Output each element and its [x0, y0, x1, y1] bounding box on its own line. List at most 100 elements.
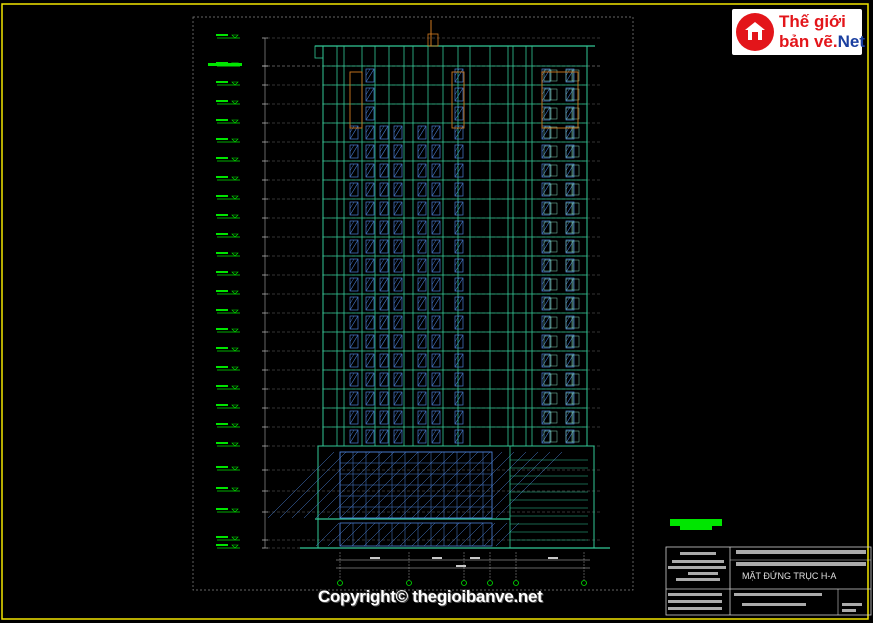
- grid-axis-bubble: [406, 580, 412, 586]
- glass-hatch: [379, 201, 389, 216]
- glass-hatch: [349, 353, 359, 368]
- brand-logo[interactable]: Thế giới bản vẽ.Net: [732, 9, 865, 55]
- glass-hatch: [365, 201, 371, 209]
- glass-hatch: [417, 429, 427, 444]
- glass-hatch: [417, 201, 423, 209]
- glass-hatch: [349, 125, 355, 133]
- glass-hatch: [393, 125, 399, 133]
- level-mark-text: [216, 233, 228, 235]
- glass-hatch: [541, 296, 551, 311]
- ground-hatch: [483, 522, 508, 547]
- level-mark-text: [216, 544, 228, 546]
- glass-hatch: [431, 277, 437, 285]
- glass-hatch: [365, 353, 371, 361]
- glass-hatch: [365, 277, 375, 292]
- glass-hatch: [379, 182, 385, 190]
- glass-hatch: [417, 125, 427, 140]
- glass-hatch: [393, 334, 403, 349]
- glass-hatch: [365, 220, 375, 235]
- glass-hatch: [541, 372, 551, 387]
- dim-value: [470, 557, 480, 559]
- glass-hatch: [393, 163, 399, 171]
- level-mark-triangle: [231, 214, 239, 219]
- glass-hatch: [379, 277, 385, 285]
- level-mark-text: [216, 328, 228, 330]
- level-mark-text: [216, 176, 228, 178]
- glass-hatch: [431, 258, 437, 266]
- level-mark-text: [216, 290, 228, 292]
- curtain-hatch: [267, 451, 335, 519]
- ground-hatch: [411, 522, 436, 547]
- glass-hatch: [365, 391, 371, 399]
- level-mark-triangle: [231, 252, 239, 257]
- glass-hatch: [541, 391, 551, 406]
- level-mark-text: [216, 508, 228, 510]
- glass-hatch: [379, 220, 385, 228]
- glass-hatch: [365, 68, 371, 76]
- glass-hatch: [431, 201, 437, 209]
- glass-hatch: [431, 391, 441, 406]
- glass-hatch: [417, 429, 423, 437]
- glass-hatch: [379, 410, 385, 418]
- glass-hatch: [417, 239, 423, 247]
- dim-value: [548, 557, 558, 559]
- glass-hatch: [431, 296, 437, 304]
- glass-hatch: [349, 391, 355, 399]
- glass-hatch: [541, 163, 551, 178]
- glass-hatch: [417, 391, 427, 406]
- glass-hatch: [454, 334, 464, 349]
- glass-hatch: [365, 334, 375, 349]
- level-mark-triangle: [231, 271, 239, 276]
- glass-hatch: [365, 163, 371, 171]
- level-mark-triangle: [231, 442, 239, 447]
- glass-hatch: [454, 220, 464, 235]
- glass-hatch: [365, 258, 371, 266]
- glass-hatch: [431, 220, 437, 228]
- level-mark-text: [216, 423, 228, 425]
- glass-hatch: [541, 239, 551, 254]
- glass-hatch: [417, 315, 427, 330]
- level-mark-text: [216, 138, 228, 140]
- grid-axis-bubble: [461, 580, 467, 586]
- ground-hatch: [351, 522, 376, 547]
- drawing-title: MẶT ĐỨNG TRỤC H-A: [742, 571, 837, 581]
- glass-hatch: [431, 334, 437, 342]
- glass-hatch: [393, 182, 399, 190]
- glass-hatch: [454, 296, 464, 311]
- level-mark-triangle: [231, 536, 239, 541]
- glass-hatch: [393, 201, 399, 209]
- glass-hatch: [365, 372, 375, 387]
- glass-hatch: [417, 201, 427, 216]
- glass-hatch: [541, 353, 551, 368]
- glass-hatch: [417, 353, 427, 368]
- glass-hatch: [379, 239, 385, 247]
- level-mark-triangle: [231, 34, 239, 39]
- level-mark-text: [216, 100, 228, 102]
- glass-hatch: [349, 334, 359, 349]
- building-elevation: [267, 20, 610, 549]
- glass-hatch: [431, 258, 441, 273]
- glass-hatch: [393, 429, 399, 437]
- glass-hatch: [393, 239, 399, 247]
- glass-hatch: [431, 144, 437, 152]
- glass-hatch: [454, 429, 464, 444]
- glass-hatch: [417, 258, 423, 266]
- glass-hatch: [349, 163, 355, 171]
- glass-hatch: [365, 277, 371, 285]
- glass-hatch: [417, 258, 427, 273]
- glass-hatch: [349, 239, 359, 254]
- level-mark-triangle: [231, 466, 239, 471]
- level-mark-text: [216, 404, 228, 406]
- glass-hatch: [365, 258, 375, 273]
- glass-hatch: [431, 429, 437, 437]
- glass-hatch: [417, 182, 427, 197]
- level-mark-triangle: [231, 138, 239, 143]
- glass-hatch: [349, 277, 359, 292]
- glass-hatch: [431, 163, 437, 171]
- level-mark-text: [216, 385, 228, 387]
- ground-hatch: [447, 522, 472, 547]
- glass-hatch: [541, 87, 551, 102]
- level-mark-triangle: [231, 508, 239, 513]
- glass-hatch: [349, 353, 355, 361]
- glass-hatch: [541, 220, 551, 235]
